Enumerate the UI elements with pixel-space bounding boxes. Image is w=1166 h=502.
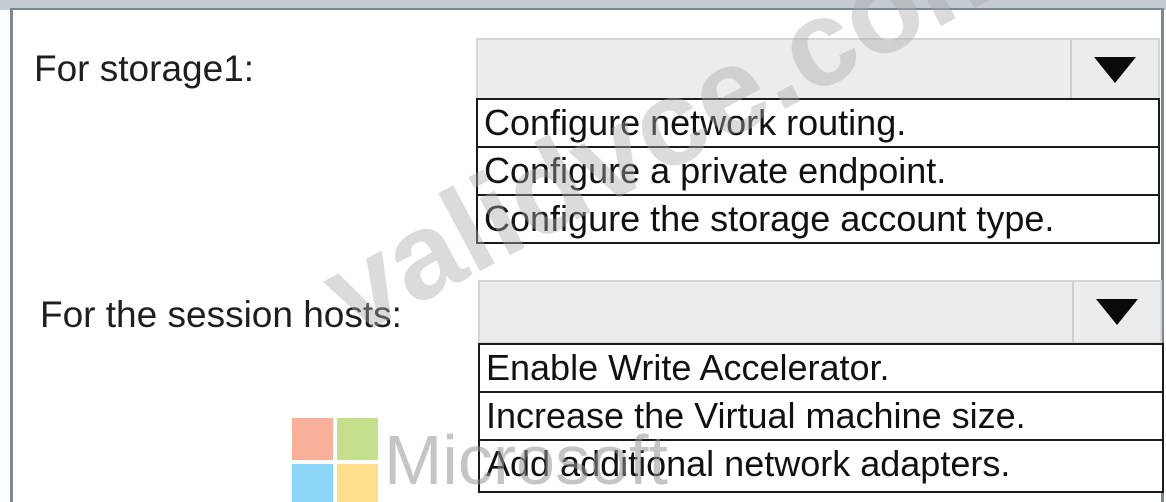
chevron-down-icon [1094,57,1136,83]
option-enable-write-accelerator[interactable]: Enable Write Accelerator. [480,345,1162,393]
storage1-dropdown[interactable] [476,38,1160,102]
logo-square-yellow [337,464,378,502]
option-add-network-adapters[interactable]: Add additional network adapters. [480,441,1162,489]
option-configure-network-routing[interactable]: Configure network routing. [478,100,1158,148]
storage1-label: For storage1: [34,48,255,89]
answer-area: For storage1: Configure network routing.… [0,0,1166,502]
storage1-dropdown-toggle[interactable] [1070,40,1158,100]
session-hosts-options-list: Enable Write Accelerator. Increase the V… [478,343,1164,493]
logo-square-green [337,418,378,460]
frame-inner-top-border [10,8,1164,10]
session-hosts-label: For the session hosts: [40,294,402,335]
chevron-down-icon [1096,299,1138,325]
logo-square-red [292,418,333,460]
storage1-options-list: Configure network routing. Configure a p… [476,98,1160,244]
option-increase-vm-size[interactable]: Increase the Virtual machine size. [480,393,1162,441]
logo-square-blue [292,464,333,502]
session-hosts-dropdown[interactable] [478,280,1162,344]
option-configure-storage-account-type[interactable]: Configure the storage account type. [478,196,1158,244]
option-configure-private-endpoint[interactable]: Configure a private endpoint. [478,148,1158,196]
session-hosts-dropdown-toggle[interactable] [1072,282,1160,342]
frame-left-border [10,8,13,502]
microsoft-logo-icon [292,418,378,502]
